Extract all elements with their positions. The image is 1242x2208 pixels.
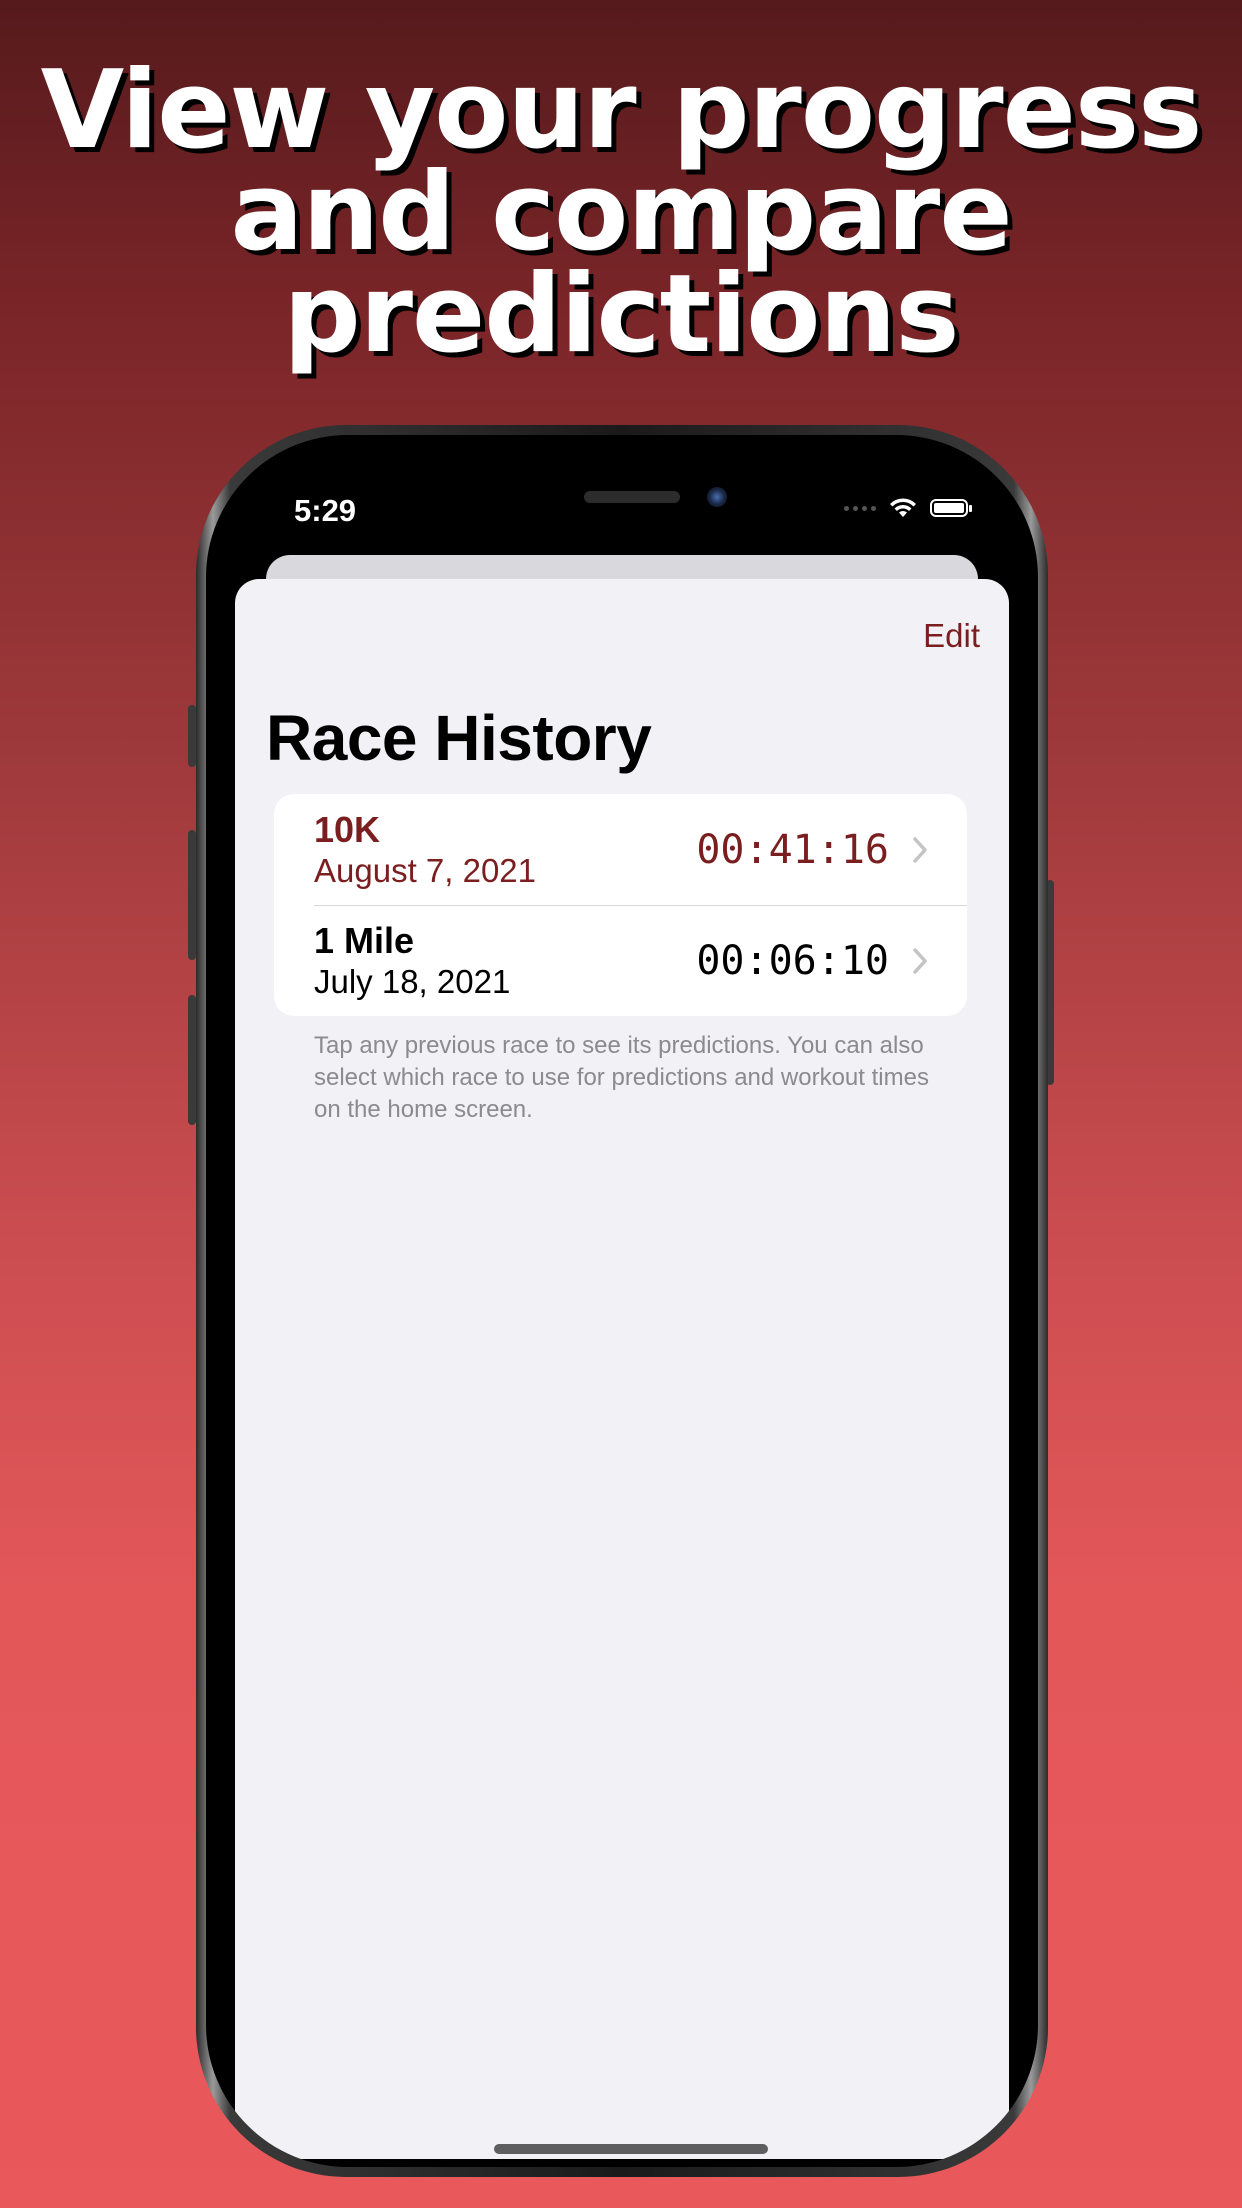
status-time: 5:29 (294, 493, 357, 528)
phone-action-button (188, 705, 196, 767)
phone-volume-down-button (188, 995, 196, 1125)
race-list: 10K August 7, 2021 00:41:16 1 Mile July … (274, 794, 967, 1016)
speaker-grille (584, 491, 680, 503)
race-name: 10K (314, 808, 381, 850)
race-date: July 18, 2021 (314, 962, 511, 1000)
race-row-1-mile[interactable]: 1 Mile July 18, 2021 00:06:10 (274, 905, 967, 1016)
home-indicator[interactable] (494, 2144, 768, 2154)
chevron-right-icon (913, 947, 927, 974)
promo-headline: View your progress and compare predictio… (40, 48, 1203, 377)
race-time: 00:41:16 (696, 826, 889, 873)
chevron-right-icon (913, 836, 927, 863)
cellular-dots-icon (844, 505, 876, 511)
phone-volume-up-button (188, 830, 196, 960)
race-history-sheet: Edit Race History 10K August 7, 2021 00:… (235, 579, 1009, 2159)
page-title: Race History (266, 702, 652, 774)
status-icons (844, 497, 972, 519)
race-name: 1 Mile (314, 919, 415, 961)
wifi-icon (890, 498, 916, 517)
phone-frame: 5:29 Edit Race History 10K August 7, 202… (196, 425, 1048, 2177)
edit-button[interactable]: Edit (923, 617, 980, 655)
notch (416, 435, 828, 527)
front-camera (707, 487, 727, 507)
footer-note: Tap any previous race to see its predict… (314, 1032, 929, 1123)
race-time: 00:06:10 (696, 937, 889, 984)
battery-icon (930, 499, 972, 517)
phone-screen: 5:29 Edit Race History 10K August 7, 202… (206, 435, 1038, 2167)
race-row-10k[interactable]: 10K August 7, 2021 00:41:16 (274, 794, 967, 905)
race-date: August 7, 2021 (314, 851, 537, 889)
